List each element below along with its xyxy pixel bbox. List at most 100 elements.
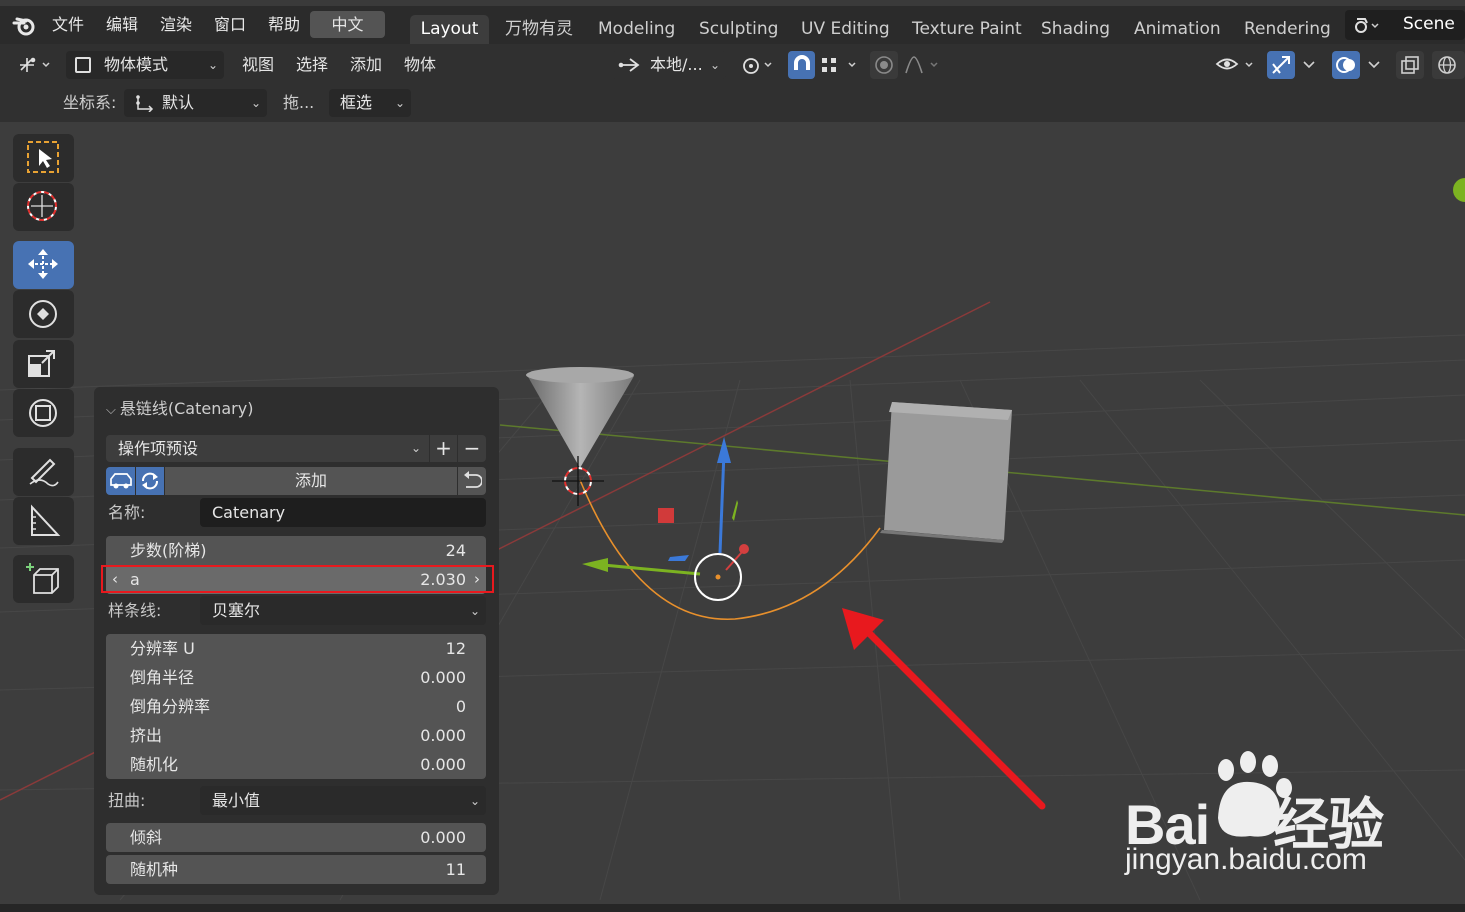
bevel-resolution-value: 0 xyxy=(455,697,466,716)
extrude-field[interactable]: 挤出 0.000 xyxy=(106,721,486,750)
view-menu[interactable]: 视图 xyxy=(242,52,274,78)
minus-icon: − xyxy=(463,436,481,460)
falloff-button[interactable] xyxy=(900,51,942,79)
tab-uv-editing[interactable]: UV Editing xyxy=(801,15,890,45)
move-icon xyxy=(28,249,58,279)
xray-icon xyxy=(1401,56,1419,74)
gizmo-dropdown[interactable] xyxy=(1297,51,1322,79)
menu-window[interactable]: 窗口 xyxy=(214,12,246,38)
twist-dropdown[interactable]: 最小值 ⌄ xyxy=(200,786,486,815)
tab-shading[interactable]: Shading xyxy=(1041,15,1110,45)
preset-label: 操作项预设 xyxy=(118,439,199,458)
randomize-value: 0.000 xyxy=(420,755,466,774)
chevron-down-icon: ⌄ xyxy=(250,96,261,110)
select-mode-dropdown[interactable]: 框选 ⌄ xyxy=(329,89,411,117)
menu-render[interactable]: 渲染 xyxy=(160,12,192,38)
language-button[interactable]: 中文 xyxy=(310,11,385,38)
scale-tool[interactable] xyxy=(13,340,74,388)
cursor-tool[interactable] xyxy=(13,183,74,231)
randomize-field[interactable]: 随机化 0.000 xyxy=(106,750,486,779)
extrude-value: 0.000 xyxy=(420,726,466,745)
move-tool[interactable] xyxy=(13,241,74,289)
transform-orientation-dropdown[interactable]: 本地/... ⌄ xyxy=(612,51,726,79)
add-preset-button[interactable]: + xyxy=(430,435,457,462)
cube-object[interactable] xyxy=(880,402,1012,543)
mode-label: 物体模式 xyxy=(104,55,169,74)
scale-icon xyxy=(28,350,55,377)
scene-selector[interactable]: Scene xyxy=(1345,10,1465,40)
top-menu-bar: 文件 编辑 渲染 窗口 帮助 中文 Layout 万物有灵 Modeling S… xyxy=(0,6,1465,45)
bevel-radius-label: 倒角半径 xyxy=(130,668,195,687)
annotate-tool[interactable] xyxy=(13,448,74,496)
random-seed-field[interactable]: 随机种 11 xyxy=(106,855,486,884)
mode-dropdown[interactable]: 物体模式 ⌄ xyxy=(66,51,224,79)
steps-field[interactable]: 步数(阶梯) 24 xyxy=(106,536,486,565)
menu-edit[interactable]: 编辑 xyxy=(106,12,138,38)
edit-mode-toggle[interactable] xyxy=(106,467,135,495)
spline-dropdown[interactable]: 贝塞尔 ⌄ xyxy=(200,596,486,625)
chevron-down-icon xyxy=(1303,61,1315,69)
overlay-dropdown[interactable] xyxy=(1362,51,1387,79)
catenary-curve[interactable] xyxy=(579,479,881,620)
add-cube-tool[interactable] xyxy=(13,555,74,603)
remove-preset-button[interactable]: − xyxy=(458,435,486,462)
tilt-field[interactable]: 倾斜 0.000 xyxy=(106,823,486,852)
3d-cursor-icon xyxy=(552,456,604,506)
last-operation-panel[interactable]: ⌵ 悬链线(Catenary) 操作项预设 ⌄ + − 添加 名称: Catena… xyxy=(94,387,499,895)
editor-type-button[interactable] xyxy=(12,51,57,79)
tab-sculpting[interactable]: Sculpting xyxy=(699,15,778,45)
tab-layout[interactable]: Layout xyxy=(410,15,489,45)
twist-label: 扭曲: xyxy=(108,791,146,810)
bevel-radius-field[interactable]: 倒角半径 0.000 xyxy=(106,663,486,692)
select-menu[interactable]: 选择 xyxy=(296,52,328,78)
overlay-icon xyxy=(1336,57,1355,73)
name-field[interactable]: Catenary xyxy=(200,498,486,527)
refresh-icon xyxy=(142,472,158,490)
overlay-toggle[interactable] xyxy=(1332,51,1360,79)
gizmo-toggle[interactable] xyxy=(1267,51,1295,79)
add-button[interactable]: 添加 xyxy=(165,467,457,495)
tilt-value: 0.000 xyxy=(420,828,466,847)
add-menu[interactable]: 添加 xyxy=(350,52,382,78)
transform-gizmo-icon xyxy=(20,57,50,72)
nav-gizmo-y-icon[interactable] xyxy=(1453,178,1465,202)
tab-rendering[interactable]: Rendering xyxy=(1244,15,1331,45)
select-box-tool[interactable] xyxy=(13,134,74,182)
coordinate-system-dropdown[interactable]: 默认 ⌄ xyxy=(124,89,267,117)
pivot-point-button[interactable] xyxy=(736,51,778,79)
menu-file[interactable]: 文件 xyxy=(52,12,84,38)
status-bar xyxy=(0,904,1465,912)
blender-logo-icon[interactable] xyxy=(12,15,36,37)
chevron-down-icon: ⌄ xyxy=(410,441,421,455)
resolution-value: 12 xyxy=(445,639,466,658)
wireframe-shading-button[interactable] xyxy=(1432,51,1465,79)
transform-tool[interactable] xyxy=(13,389,74,437)
move-gizmo[interactable] xyxy=(582,437,749,601)
select-mode-value: 框选 xyxy=(340,93,373,112)
rotate-tool[interactable] xyxy=(13,290,74,338)
menu-help[interactable]: 帮助 xyxy=(268,12,300,38)
visibility-button[interactable] xyxy=(1212,51,1258,79)
preset-dropdown[interactable]: 操作项预设 ⌄ xyxy=(106,435,429,462)
extrude-label: 挤出 xyxy=(130,726,163,745)
snap-toggle[interactable] xyxy=(788,51,815,79)
snap-target-button[interactable] xyxy=(817,51,862,79)
reset-button[interactable] xyxy=(458,467,486,495)
resolution-u-field[interactable]: 分辨率 U 12 xyxy=(106,634,486,663)
tab-custom[interactable]: 万物有灵 xyxy=(505,15,573,45)
measure-tool[interactable] xyxy=(13,497,74,545)
steps-value: 24 xyxy=(445,541,466,560)
new-curve-toggle[interactable] xyxy=(136,467,164,495)
rotate-icon xyxy=(29,300,57,328)
xray-toggle[interactable] xyxy=(1396,51,1424,79)
object-menu[interactable]: 物体 xyxy=(404,52,436,78)
bevel-resolution-field[interactable]: 倒角分辨率 0 xyxy=(106,692,486,721)
panel-header[interactable]: ⌵ 悬链线(Catenary) xyxy=(106,395,253,419)
tab-modeling[interactable]: Modeling xyxy=(598,15,675,45)
tab-animation[interactable]: Animation xyxy=(1134,15,1221,45)
pencil-icon xyxy=(29,458,59,487)
spline-value: 贝塞尔 xyxy=(212,601,261,620)
select-box-icon xyxy=(27,141,59,173)
proportional-edit-toggle[interactable] xyxy=(870,51,898,79)
tab-texture-paint[interactable]: Texture Paint xyxy=(912,15,1022,45)
